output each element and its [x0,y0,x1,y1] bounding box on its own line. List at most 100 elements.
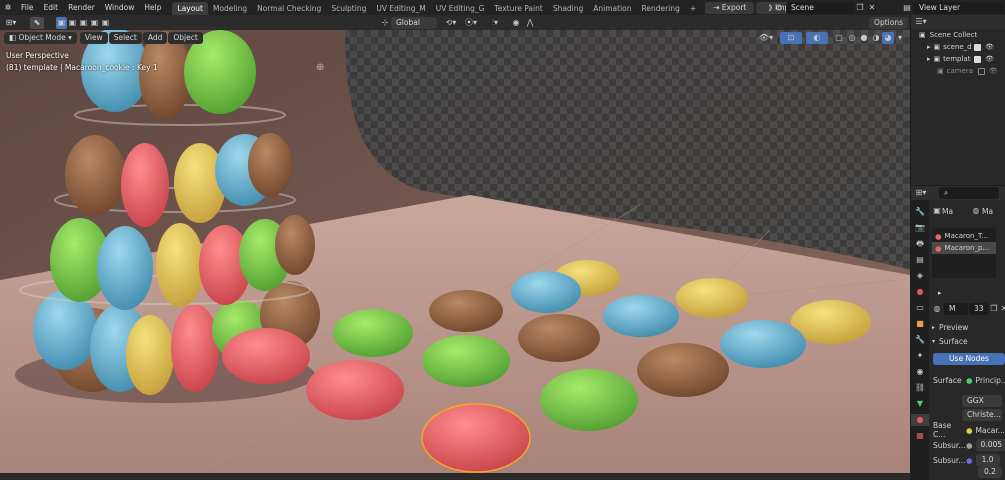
properties-editor-icon[interactable]: ⊞▾ [911,187,931,199]
tab-texture-paint[interactable]: Texture Paint [489,2,547,15]
3d-viewport[interactable] [0,30,910,473]
scene-name-field[interactable]: Scene [786,1,854,14]
object-context-label[interactable]: Ma [942,207,970,216]
editor-type-icon[interactable]: ⊞▾ [0,17,22,29]
visibility-icon[interactable]: 👁▾ [756,32,776,44]
menu-select[interactable]: Select [108,31,142,44]
physics-tab-icon[interactable]: ◉ [911,366,929,378]
view-layer-icon[interactable]: ▤ [900,2,914,14]
material-slot-item[interactable]: ● Macaron_T... [932,230,996,242]
proportional-edit-icon[interactable]: ◉ [509,17,523,29]
material-slot-item-active[interactable]: ● Macaron_p... [932,242,996,254]
menu-file[interactable]: File [16,0,39,15]
use-nodes-button[interactable]: Use Nodes [933,353,1005,365]
preview-panel-header[interactable]: ▸ Preview [932,321,968,333]
subsurface-method-dropdown[interactable]: Christe... [962,409,1002,421]
tab-modeling[interactable]: Modeling [208,2,252,15]
select-tool-icon[interactable]: ⬉ [30,16,44,29]
overlays-icon[interactable]: ◐ [806,31,828,44]
modifier-tab-icon[interactable]: 🔧 [911,334,929,346]
surface-panel-header[interactable]: ▾ Surface [932,335,968,347]
tab-normal-checking[interactable]: Normal Checking [252,2,326,15]
menu-view[interactable]: View [79,31,108,44]
subsurface-value-field[interactable]: 0.005 [975,439,1005,451]
surface-shader-field[interactable]: Princip... [976,376,1005,385]
tab-animation[interactable]: Animation [588,2,636,15]
menu-render[interactable]: Render [63,0,100,15]
outliner-editor-icon[interactable]: ☰▾ [911,16,931,28]
outliner-item-scene[interactable]: ▸ ▣ scene_di 👁 [911,41,1005,53]
scene-icon[interactable]: ⛭ [772,2,786,14]
constraints-tab-icon[interactable]: ⛓ [911,382,929,394]
export-button[interactable]: ⇥ Export [705,1,755,14]
include-checkbox[interactable] [974,55,982,63]
world-tab-icon[interactable]: ● [911,286,929,298]
material-browse-icon[interactable]: ◍ [932,303,942,315]
solid-shading-icon[interactable]: ● [858,32,870,44]
material-tab-icon[interactable]: ● [911,414,929,426]
tab-uv-editing-g[interactable]: UV Editing_G [431,2,490,15]
select-mode-extend-icon[interactable]: ▣ [67,17,78,29]
slot-list-expand-icon[interactable]: ▸ [938,289,942,297]
falloff-icon[interactable]: ⋀ [523,17,537,29]
select-mode-invert-icon[interactable]: ▣ [89,17,100,29]
texture-tab-icon[interactable]: ▦ [911,430,929,442]
rendered-shading-icon[interactable]: ◕ [882,31,894,44]
material-shading-icon[interactable]: ◑ [870,32,882,44]
menu-object[interactable]: Object [168,31,203,44]
user-count[interactable]: 33 [969,303,989,315]
expand-arrow-icon[interactable]: ▸ [927,41,931,53]
particles-tab-icon[interactable]: ✦ [911,350,929,362]
collection-tab-icon[interactable]: ▭ [911,302,929,314]
menu-help[interactable]: Help [139,0,166,15]
transform-orientation-dropdown[interactable]: Global [391,16,437,29]
snap-target-icon[interactable]: ⫶▾ [481,17,509,29]
menu-window[interactable]: Window [100,0,140,15]
outliner-item-template[interactable]: ▸ ▣ template 👁 [911,53,1005,65]
material-name-field[interactable]: M [944,303,968,315]
options-dropdown[interactable]: Options [869,16,908,29]
tab-rendering[interactable]: Rendering [637,2,685,15]
view-layer-tab-icon[interactable]: ▤ [911,254,929,266]
view-layer-field[interactable]: View Layer [914,1,1004,14]
select-mode-subtract-icon[interactable]: ▣ [78,17,89,29]
include-checkbox[interactable] [974,43,982,51]
properties-search[interactable]: ⌕ [939,187,999,199]
data-tab-icon[interactable]: ▼ [911,398,929,410]
select-mode-new-icon[interactable]: ▣ [56,16,67,29]
eye-icon[interactable]: 👁 [989,65,998,77]
select-mode-intersect-icon[interactable]: ▣ [100,17,111,29]
eye-icon[interactable]: 👁 [985,53,994,65]
wireframe-shading-icon[interactable]: ◎ [846,32,858,44]
menu-add[interactable]: Add [142,31,168,44]
tool-tab-icon[interactable]: 🔧 [911,206,929,218]
snap-icon[interactable]: ⦿▾ [461,17,481,29]
menu-edit[interactable]: Edit [39,0,64,15]
eye-icon[interactable]: 👁 [985,41,994,53]
output-tab-icon[interactable]: 🖶 [911,238,929,250]
outliner-item-camera[interactable]: ▣ camera 👁 [911,65,1005,77]
render-tab-icon[interactable]: 📷 [911,222,929,234]
tab-sculpting[interactable]: Sculpting [326,2,371,15]
tab-uv-editing-m[interactable]: UV Editing_M [371,2,430,15]
add-workspace-button[interactable]: + [685,2,701,15]
distribution-dropdown[interactable]: GGX [962,395,1002,407]
object-mode-dropdown[interactable]: ◧ Object Mode ▾ [4,31,77,44]
duplicate-icon[interactable]: ❐ [989,303,999,315]
shading-options-icon[interactable]: ▾ [894,32,906,44]
tab-layout[interactable]: Layout [172,1,208,15]
unlink-icon[interactable]: ✕ [999,303,1005,315]
blender-logo-icon[interactable]: ✲ [0,2,16,14]
subsurface-radius-x[interactable]: 1.0 [975,454,1000,466]
scene-tab-icon[interactable]: ◈ [911,270,929,282]
new-scene-icon[interactable]: ❐ [854,2,866,14]
object-tab-icon[interactable]: ■ [911,318,929,330]
tab-shading[interactable]: Shading [548,2,588,15]
pivot-point-icon[interactable]: ⟲▾ [441,17,461,29]
delete-scene-icon[interactable]: ✕ [866,2,878,14]
base-color-field[interactable]: Macar... [976,426,1005,435]
subsurface-radius-y[interactable]: 0.2 [978,466,1002,478]
include-checkbox[interactable] [977,67,985,75]
expand-arrow-icon[interactable]: ▸ [927,53,931,65]
outliner-item-scene-collection[interactable]: ▣ Scene Collect [911,29,1005,41]
